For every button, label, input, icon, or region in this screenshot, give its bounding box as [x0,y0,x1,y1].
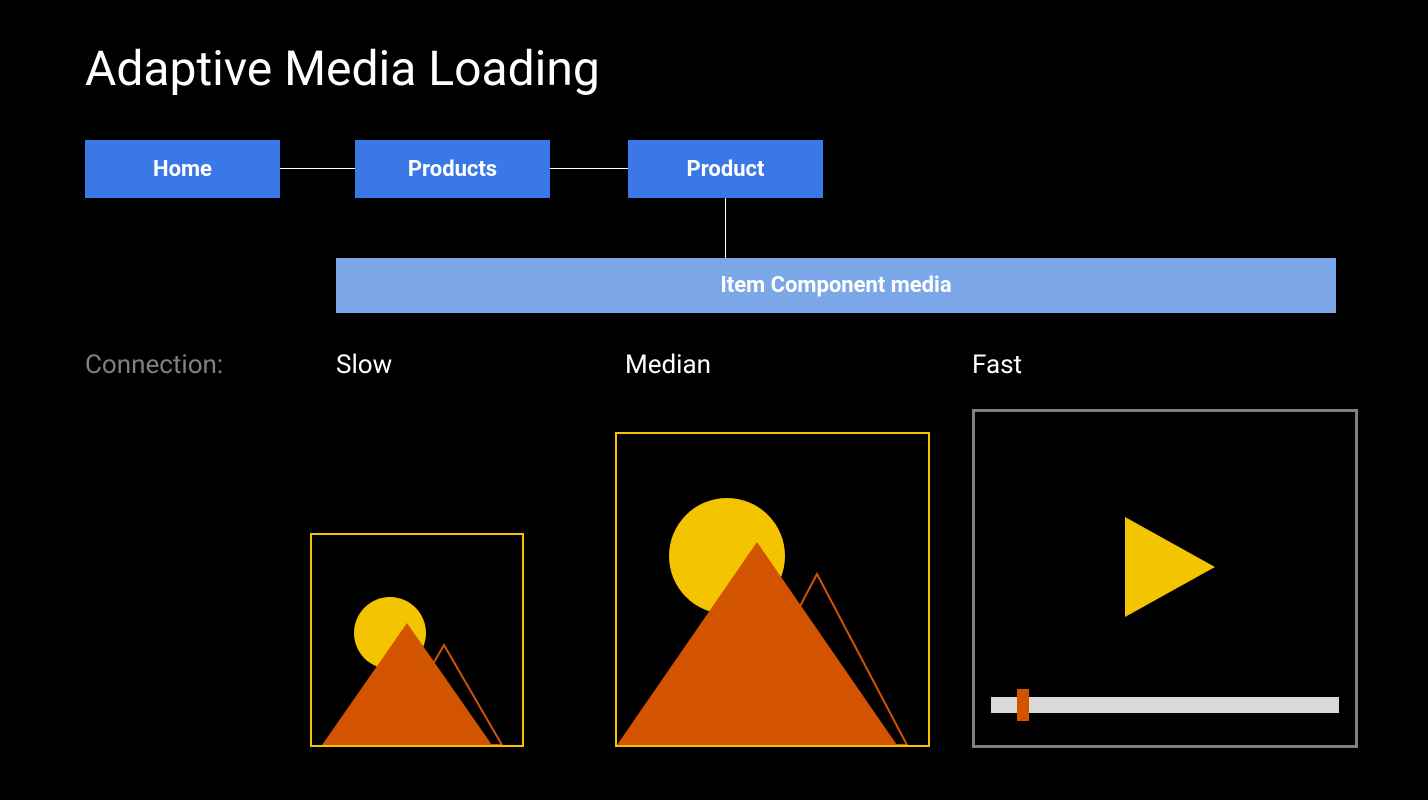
nav-products-label: Products [408,157,497,182]
nav-node-products: Products [355,140,550,198]
item-component-label: Item Component media [720,273,951,298]
seek-thumb [1017,689,1029,721]
video-player-icon [972,409,1358,748]
high-res-image-icon [615,432,930,747]
low-res-image-icon [310,533,524,747]
speed-label-slow: Slow [336,350,392,380]
item-component-bar: Item Component media [336,258,1336,313]
page-title: Adaptive Media Loading [85,40,600,97]
speed-label-fast: Fast [972,350,1022,380]
speed-label-median: Median [625,350,711,380]
play-icon [1115,512,1225,622]
connector-line [280,168,355,169]
nav-node-home: Home [85,140,280,198]
connector-line [725,198,726,258]
connector-line [550,168,628,169]
nav-product-label: Product [687,157,765,182]
seek-bar [991,697,1339,713]
connection-label: Connection: [85,350,223,380]
nav-home-label: Home [153,157,212,182]
nav-node-product: Product [628,140,823,198]
